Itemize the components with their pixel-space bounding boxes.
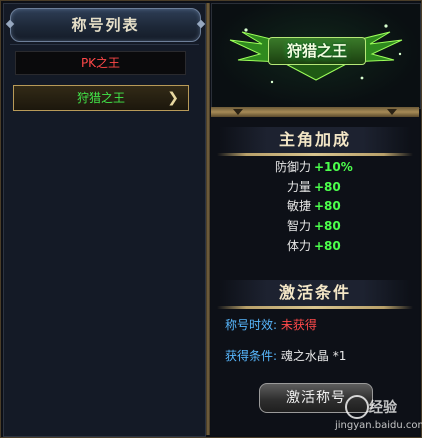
title-duration-label: 称号时效: <box>225 318 278 332</box>
stat-row: 体力 +80 <box>211 237 419 255</box>
diamond-ornament-icon <box>5 19 15 29</box>
title-item-label: 狩猎之王 <box>76 91 125 105</box>
panel-divider <box>206 3 210 435</box>
title-item-label: PK之王 <box>80 56 121 70</box>
watermark: 经验 jingyan.baidu.com <box>301 393 422 437</box>
heading-ornament-rule <box>217 153 413 156</box>
stat-name: 体力 <box>286 239 311 253</box>
activation-heading: 激活条件 <box>219 280 411 306</box>
stat-value: +80 <box>314 239 341 253</box>
emblem-title-text: 狩猎之王 <box>268 37 366 65</box>
stat-name: 力量 <box>286 180 311 194</box>
title-duration-row: 称号时效: 未获得 <box>225 317 317 333</box>
stat-value: +80 <box>314 219 341 233</box>
title-item-hunting-king[interactable]: 狩猎之王 ❯ <box>13 85 189 111</box>
stat-value: +80 <box>314 180 341 194</box>
title-window: 称号列表 PK之王 狩猎之王 ❯ 狩猎之王 主角加成 防御力 +10% 力量 +… <box>0 0 422 438</box>
title-list-panel: 称号列表 PK之王 狩猎之王 ❯ <box>3 3 206 437</box>
title-list-header: 称号列表 <box>5 8 206 42</box>
watermark-text: 经验 <box>369 400 397 416</box>
stat-value: +80 <box>314 199 341 213</box>
triangle-ornament-icon <box>387 109 397 115</box>
requirement-row: 获得条件: 魂之水晶 *1 <box>225 348 346 364</box>
stat-row: 敏捷 +80 <box>211 197 419 215</box>
ornament-divider <box>211 107 419 117</box>
title-duration-value: 未获得 <box>280 318 317 332</box>
title-list-heading: 称号列表 <box>71 16 140 34</box>
title-item-pk-king[interactable]: PK之王 <box>15 51 186 75</box>
stat-name: 防御力 <box>274 160 311 174</box>
title-emblem-area: 狩猎之王 <box>211 3 421 109</box>
stat-row: 智力 +80 <box>211 217 419 235</box>
requirement-label: 获得条件: <box>225 349 278 363</box>
stat-name: 敏捷 <box>286 199 311 213</box>
stat-row: 力量 +80 <box>211 178 419 196</box>
diamond-ornament-icon <box>196 19 206 29</box>
bonus-heading: 主角加成 <box>219 127 411 153</box>
paw-logo-icon <box>345 395 369 419</box>
chevron-right-icon: ❯ <box>167 90 179 106</box>
title-detail-panel: 狩猎之王 主角加成 防御力 +10% 力量 +80 敏捷 +80 智力 +80 … <box>211 3 421 435</box>
triangle-ornament-icon <box>233 109 243 115</box>
watermark-url: jingyan.baidu.com <box>335 420 422 431</box>
requirement-value: 魂之水晶 *1 <box>280 349 347 363</box>
stat-name: 智力 <box>286 219 311 233</box>
stat-row: 防御力 +10% <box>211 158 419 176</box>
stat-value: +10% <box>314 160 353 174</box>
heading-ornament-rule <box>217 306 413 309</box>
